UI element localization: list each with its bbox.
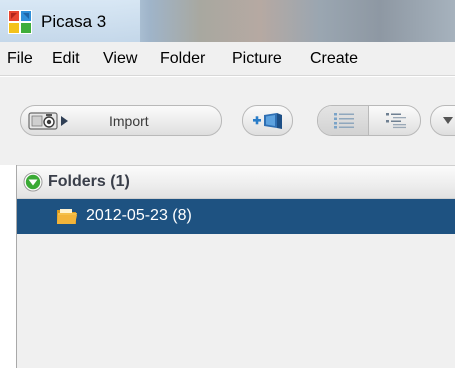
folders-section-header[interactable]: Folders (1) — [17, 165, 455, 199]
toolbar: Import — [0, 77, 455, 165]
folder-label: 2012-05-23 (8) — [86, 207, 192, 224]
chevron-down-icon — [443, 117, 453, 124]
list-view-button[interactable] — [318, 106, 369, 135]
collapse-arrow-icon[interactable] — [23, 172, 43, 192]
add-to-album-button[interactable] — [242, 105, 293, 136]
menu-picture[interactable]: Picture — [232, 50, 282, 68]
folder-icon — [57, 209, 77, 224]
title-bar[interactable]: Picasa 3 — [0, 0, 455, 42]
folder-item[interactable]: 2012-05-23 (8) — [17, 199, 455, 234]
menu-bar: File Edit View Folder Picture Create — [0, 42, 455, 76]
import-label: Import — [109, 113, 149, 129]
more-options-button[interactable] — [430, 105, 455, 136]
view-mode-toggle — [317, 105, 421, 136]
add-to-album-icon — [253, 113, 282, 129]
window-title: Picasa 3 — [41, 12, 107, 31]
menu-folder[interactable]: Folder — [160, 50, 205, 68]
folders-section-title: Folders (1) — [48, 173, 130, 190]
import-button[interactable]: Import — [20, 105, 222, 136]
library-panel: Folders (1) 2012-05-23 (8) — [16, 165, 455, 368]
detail-list-view-icon — [386, 113, 406, 129]
list-view-icon — [334, 113, 354, 129]
menu-view[interactable]: View — [103, 50, 137, 68]
menu-edit[interactable]: Edit — [52, 50, 80, 68]
camera-arrow-icon — [28, 112, 68, 130]
picasa-window: Picasa 3 File Edit View Folder Picture C… — [0, 0, 455, 368]
detail-list-view-button[interactable] — [370, 106, 420, 135]
menu-create[interactable]: Create — [310, 50, 358, 68]
picasa-logo-icon — [8, 10, 32, 34]
menu-file[interactable]: File — [7, 50, 33, 68]
